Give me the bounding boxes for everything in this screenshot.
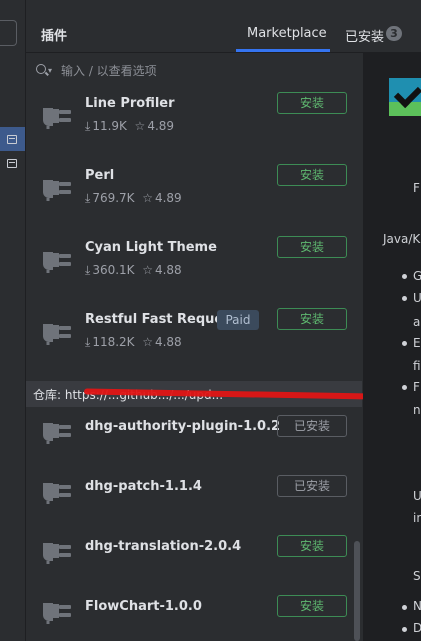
star-icon: ☆ bbox=[134, 119, 146, 133]
bullet bbox=[402, 385, 407, 390]
download-icon: ⤓ bbox=[85, 119, 91, 133]
install-button[interactable]: 安装 bbox=[277, 92, 347, 114]
plugin-icon bbox=[43, 180, 71, 201]
collapsed-panel-box[interactable] bbox=[0, 20, 17, 46]
download-icon: ⤓ bbox=[85, 263, 91, 277]
tab-marketplace[interactable]: Marketplace bbox=[247, 26, 327, 41]
star-icon: ☆ bbox=[142, 335, 153, 349]
paid-badge: Paid bbox=[217, 310, 259, 330]
details-text: F bbox=[413, 181, 420, 195]
left-tool-strip bbox=[0, 0, 26, 641]
search-input[interactable]: 输入 / 以查看选项 bbox=[61, 62, 157, 79]
details-text: U bbox=[413, 291, 421, 305]
page-title: 插件 bbox=[41, 29, 68, 44]
rating: 4.89 bbox=[154, 191, 182, 205]
details-text: F bbox=[413, 380, 420, 394]
install-button[interactable]: 安装 bbox=[277, 535, 347, 557]
plugin-name: FlowChart-1.0.0 bbox=[85, 599, 202, 614]
plugin-icon bbox=[43, 324, 71, 345]
install-button[interactable]: 安装 bbox=[277, 164, 347, 186]
details-text: a bbox=[413, 315, 421, 329]
rating: 4.89 bbox=[147, 119, 175, 133]
install-button[interactable]: 安装 bbox=[277, 595, 347, 617]
plugin-stats: ⤓ 11.9K ☆ 4.89 bbox=[85, 119, 174, 134]
search-icon[interactable] bbox=[36, 64, 46, 74]
list-item[interactable]: dhg-patch-1.1.4 已安装 bbox=[26, 467, 362, 527]
installed-count-badge: 3 bbox=[386, 26, 402, 41]
plugin-stats: ⤓ 118.2K ☆ 4.88 bbox=[85, 335, 182, 350]
bullet bbox=[402, 627, 407, 632]
tab-installed[interactable]: 已安装 bbox=[345, 26, 384, 45]
details-text: E bbox=[413, 336, 421, 350]
download-icon: ⤓ bbox=[85, 191, 91, 205]
installed-button[interactable]: 已安装 bbox=[277, 415, 347, 437]
plugin-name: Cyan Light Theme bbox=[85, 240, 217, 255]
details-text: D bbox=[413, 621, 421, 635]
plugin-name: Line Profiler bbox=[85, 96, 175, 111]
plugin-name: dhg-translation-2.0.4 bbox=[85, 539, 242, 554]
plugin-list: Line Profiler ⤓ 11.9K ☆ 4.89 安装 Perl ⤓ 769.… bbox=[26, 86, 375, 641]
plugin-category-icon-2[interactable] bbox=[7, 159, 17, 168]
list-item[interactable]: Restful Fast Reque... Paid ⤓ 118.2K ☆ 4.88… bbox=[26, 302, 362, 374]
rating: 4.88 bbox=[154, 263, 182, 277]
plugin-icon bbox=[43, 483, 71, 504]
plugin-stats: ⤓ 769.7K ☆ 4.89 bbox=[85, 191, 182, 206]
details-text: fi bbox=[413, 359, 421, 373]
star-icon: ☆ bbox=[142, 263, 153, 277]
details-text: N bbox=[413, 599, 421, 613]
download-count: 360.1K bbox=[92, 263, 135, 277]
details-text: U bbox=[413, 489, 421, 503]
bullet bbox=[402, 341, 407, 346]
list-item[interactable]: Cyan Light Theme ⤓ 360.1K ☆ 4.88 安装 bbox=[26, 230, 362, 302]
download-count: 118.2K bbox=[92, 335, 135, 349]
repository-header: 仓库: https://...github.../.../upd... bbox=[26, 381, 375, 407]
install-button[interactable]: 安装 bbox=[277, 236, 347, 258]
bullet bbox=[402, 296, 407, 301]
plugin-category-icon[interactable] bbox=[7, 135, 17, 144]
download-icon: ⤓ bbox=[85, 335, 91, 349]
plugin-name: dhg-authority-plugin-1.0.2 bbox=[85, 419, 281, 434]
details-text: in bbox=[413, 511, 421, 525]
list-item[interactable]: Perl ⤓ 769.7K ☆ 4.89 安装 bbox=[26, 158, 362, 230]
list-item[interactable]: dhg-authority-plugin-1.0.2 已安装 bbox=[26, 407, 362, 467]
plugin-name: Restful Fast Reque... bbox=[85, 312, 239, 327]
details-text: Java/K bbox=[383, 232, 421, 246]
bullet bbox=[402, 605, 407, 610]
bullet bbox=[402, 274, 407, 279]
list-item[interactable]: Line Profiler ⤓ 11.9K ☆ 4.89 安装 bbox=[26, 86, 362, 158]
download-count: 769.7K bbox=[92, 191, 135, 205]
installed-button[interactable]: 已安装 bbox=[277, 475, 347, 497]
plugin-stats: ⤓ 360.1K ☆ 4.88 bbox=[85, 263, 182, 278]
rating: 4.88 bbox=[154, 335, 182, 349]
plugin-icon bbox=[43, 423, 71, 444]
plugin-icon bbox=[43, 603, 71, 624]
plugin-icon bbox=[43, 252, 71, 273]
details-text: G bbox=[413, 269, 421, 283]
list-item[interactable]: FlowChart-1.0.0 安装 bbox=[26, 587, 362, 641]
download-count: 11.9K bbox=[92, 119, 127, 133]
plugin-icon bbox=[43, 108, 71, 129]
details-text: n bbox=[413, 403, 421, 417]
install-button[interactable]: 安装 bbox=[277, 308, 347, 330]
plugin-name: dhg-patch-1.1.4 bbox=[85, 479, 202, 494]
details-text: S bbox=[413, 569, 421, 583]
chevron-down-icon[interactable]: ▾ bbox=[48, 66, 52, 75]
list-item[interactable]: dhg-translation-2.0.4 安装 bbox=[26, 527, 362, 587]
plugin-name: Perl bbox=[85, 168, 115, 183]
star-icon: ☆ bbox=[142, 191, 153, 205]
list-scrollbar[interactable] bbox=[354, 541, 360, 641]
active-tab-indicator bbox=[236, 49, 330, 52]
plugin-icon bbox=[43, 543, 71, 564]
